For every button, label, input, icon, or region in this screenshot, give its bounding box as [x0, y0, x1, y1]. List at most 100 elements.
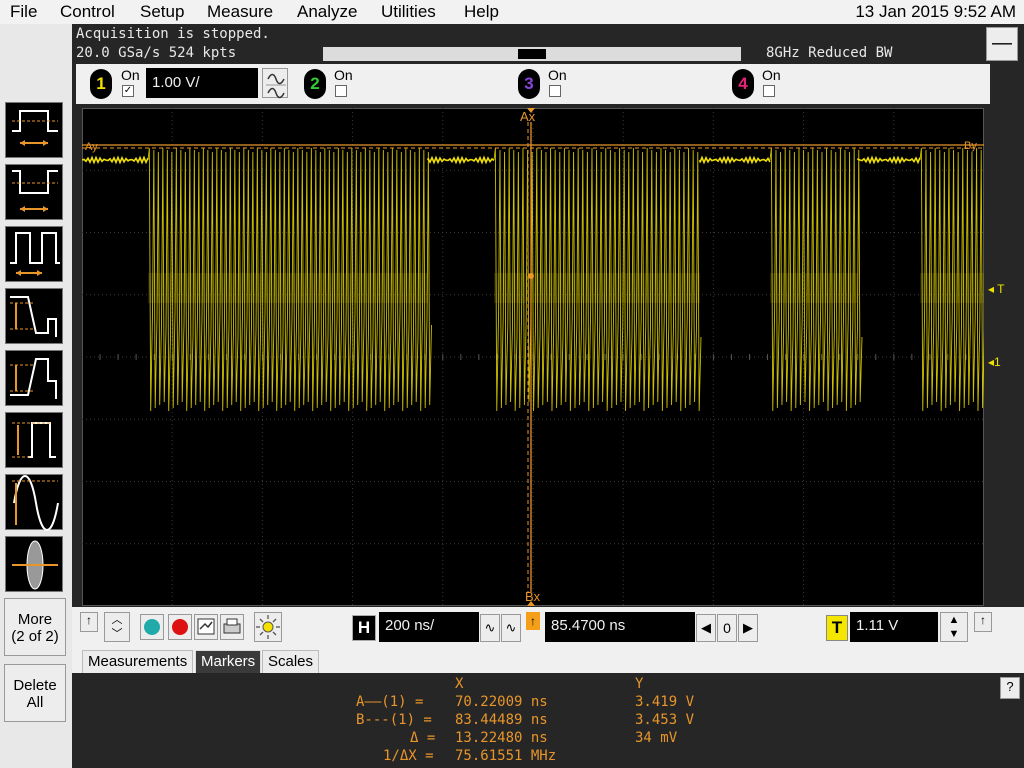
minimize-button[interactable]: — [986, 27, 1018, 61]
trigger-level-field[interactable]: 1.11 V [850, 612, 938, 642]
sine-peak-button[interactable] [5, 474, 63, 531]
run-icon [144, 619, 160, 635]
stop-button[interactable] [168, 614, 192, 640]
period-icon [10, 232, 60, 276]
wave-step-icon [266, 73, 286, 99]
menu-file[interactable]: File [10, 2, 37, 22]
vertical-scale-field[interactable]: 1.00 V/ [146, 68, 258, 98]
ac-rms-button[interactable] [5, 536, 63, 592]
marker-bx-label: Bx [525, 589, 541, 604]
delay-zero-button[interactable]: 0 [717, 614, 737, 642]
channel-3-checkbox[interactable] [549, 85, 561, 97]
brightness-icon [256, 615, 280, 639]
acquisition-status: Acquisition is stopped. [76, 26, 270, 42]
pulse-width-positive-button[interactable] [5, 102, 63, 158]
fall-time-button[interactable] [5, 288, 63, 344]
pulse-width-negative-icon [12, 170, 58, 212]
single-acquisition-icon [197, 618, 215, 635]
memory-bar[interactable] [323, 47, 741, 61]
waveform-burst-band [920, 273, 984, 303]
marker-ay-label: Ay [85, 141, 98, 153]
help-button[interactable]: ? [1000, 677, 1020, 699]
waveform-idle-segment [427, 155, 495, 165]
tab-markers[interactable]: Markers [195, 650, 262, 673]
timebase-fine-button[interactable]: ∿ [480, 614, 500, 642]
trigger-level-stepper[interactable]: ▲ ▼ [940, 612, 968, 642]
single-button[interactable] [194, 614, 218, 640]
channel-1-checkbox[interactable]: ✓ [122, 85, 134, 97]
rise-time-button[interactable] [5, 350, 63, 406]
menu-control[interactable]: Control [60, 2, 115, 22]
marker-b-y: 3.453 V [635, 712, 695, 728]
channel-3-chip[interactable]: 3 [518, 69, 540, 99]
marker-by-label: By [964, 140, 977, 152]
channel-1-on-label: On [121, 67, 140, 83]
menu-bar: File Control Setup Measure Analyze Utili… [0, 0, 1024, 24]
period-button[interactable] [5, 226, 63, 282]
print-button[interactable] [220, 614, 244, 640]
delay-left-button[interactable]: ◀ [696, 614, 716, 642]
fall-time-icon [10, 296, 57, 337]
channel-2-on-label: On [334, 67, 353, 83]
timebase-field[interactable]: 200 ns/ [379, 612, 479, 642]
menu-help[interactable]: Help [464, 2, 499, 22]
datetime-display: 13 Jan 2015 9:52 AM [855, 2, 1016, 21]
memory-window [518, 49, 546, 59]
trigger-point-marker [528, 273, 534, 279]
menu-analyze[interactable]: Analyze [297, 2, 357, 22]
channel-1-chip[interactable]: 1 [90, 69, 112, 99]
vertical-scale-stepper[interactable] [262, 68, 288, 99]
waveform-burst-band [148, 273, 428, 303]
ac-rms-icon [12, 540, 58, 590]
delay-field[interactable]: 85.4700 ns [545, 612, 695, 642]
results-tabs: Measurements Markers Scales [72, 647, 1024, 673]
waveform-idle-segment [82, 155, 149, 165]
horizontal-button[interactable]: H [352, 615, 376, 641]
amplitude-icon [12, 422, 56, 458]
delete-all-button[interactable]: Delete All [4, 664, 66, 722]
waveform-idle-segment [699, 155, 771, 165]
marker-a-y: 3.419 V [635, 694, 695, 710]
scroll-stepper[interactable]: ︿ ﹀ [104, 612, 130, 642]
waveform-canvas [82, 108, 984, 606]
printer-icon [223, 618, 241, 634]
menu-measure[interactable]: Measure [207, 2, 273, 22]
channel-4-chip[interactable]: 4 [732, 69, 754, 99]
delay-reference-icon[interactable]: ↑ [526, 612, 540, 630]
marker-ax-label: Ax [520, 109, 536, 124]
run-button[interactable] [140, 614, 164, 640]
sine-peak-icon [12, 475, 59, 531]
tab-scales[interactable]: Scales [262, 650, 320, 673]
inverse-delta-x: 75.61551 MHz [455, 748, 557, 764]
timebase-coarse-button[interactable]: ∿ [501, 614, 521, 642]
more-button[interactable]: More (2 of 2) [4, 598, 66, 656]
delta-x: 13.22480 ns [455, 730, 548, 746]
channel-2-checkbox[interactable] [335, 85, 347, 97]
pulse-width-positive-icon [12, 110, 58, 146]
waveform-display[interactable]: Ax Bx Ay By [82, 108, 984, 606]
amplitude-button[interactable] [5, 412, 63, 468]
menu-setup[interactable]: Setup [140, 2, 184, 22]
brightness-button[interactable] [254, 612, 282, 642]
y-column-header: Y [635, 676, 644, 692]
pulse-width-negative-button[interactable] [5, 164, 63, 220]
channel-4-on-label: On [762, 67, 781, 83]
trigger-level-indicator: ◂ T [988, 282, 1005, 296]
channel-2-chip[interactable]: 2 [304, 69, 326, 99]
waveform-idle-segment [857, 155, 921, 165]
trigger-menu-button[interactable]: ↑ [974, 612, 992, 632]
rise-time-icon [10, 358, 57, 399]
bandwidth-label: 8GHz Reduced BW [766, 45, 893, 61]
toggle-up-button[interactable]: ↑ [80, 612, 98, 632]
measurement-toolbar: More (2 of 2) Delete All [0, 24, 72, 768]
sample-rate: 20.0 GSa/s 524 kpts [76, 45, 237, 61]
waveform-burst-band [494, 273, 700, 303]
trigger-button[interactable]: T [826, 615, 848, 641]
delta-y: 34 mV [635, 730, 678, 746]
marker-b-label: B---(1) = [356, 712, 432, 728]
menu-utilities[interactable]: Utilities [381, 2, 436, 22]
stop-icon [172, 619, 188, 635]
tab-measurements[interactable]: Measurements [82, 650, 194, 673]
delay-right-button[interactable]: ▶ [738, 614, 758, 642]
channel-4-checkbox[interactable] [763, 85, 775, 97]
